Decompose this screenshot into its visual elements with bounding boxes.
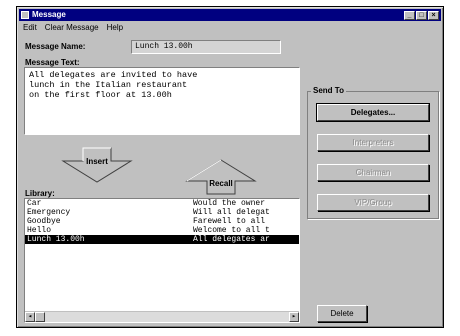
scroll-thumb[interactable] [35,312,45,322]
recall-label: Recall [209,179,233,188]
library-row-name: Goodbye [27,217,61,226]
menu-edit[interactable]: Edit [23,22,37,33]
library-row[interactable]: Emergency Will all delegat [25,208,299,217]
library-row[interactable]: Car Would the owner [25,199,299,208]
up-arrow-icon [185,159,257,195]
library-row[interactable]: Goodbye Farewell to all [25,217,299,226]
insert-label: Insert [86,157,108,166]
window-title: Message [32,10,66,19]
send-to-title: Send To [311,86,346,95]
recall-button[interactable]: Recall [185,159,257,195]
menu-bar: Edit Clear Message Help [19,22,441,33]
interpreters-button[interactable]: Interpreters [317,134,429,151]
insert-button[interactable]: Insert [61,147,133,183]
scroll-right-arrow[interactable]: ▸ [289,312,299,322]
maximize-button[interactable]: □ [416,10,427,20]
close-button[interactable]: × [428,10,439,20]
library-row-text: Farewell to all [193,217,266,226]
menu-help[interactable]: Help [107,22,123,33]
message-name-label: Message Name: [25,42,86,51]
library-row-name: Hello [27,226,52,235]
scroll-left-arrow[interactable]: ◂ [25,312,35,322]
library-label: Library: [25,189,55,198]
library-row[interactable]: Hello Welcome to all t [25,226,299,235]
message-text-area[interactable]: All delegates are invited to have lunch … [24,67,300,135]
app-icon[interactable] [21,11,29,19]
message-window: Message _ □ × Edit Clear Message Help Me… [16,6,444,328]
library-row-name: Car [27,199,42,208]
message-name-field[interactable]: Lunch 13.00h [131,40,281,54]
menu-clear-message[interactable]: Clear Message [45,22,99,33]
library-row-name: Emergency [27,208,71,217]
library-row-name: Lunch 13.00h [27,235,85,244]
title-bar[interactable]: Message _ □ × [19,9,441,21]
message-text-label: Message Text: [25,58,80,67]
minimize-button[interactable]: _ [404,10,415,20]
library-row-text: Would the owner [193,199,266,208]
chairman-button[interactable]: Chairman [317,164,429,181]
library-row-text: Welcome to all t [193,226,270,235]
library-row-selected[interactable]: Lunch 13.00h All delegates ar [25,235,299,244]
library-row-text: Will all delegat [193,208,270,217]
delegates-button[interactable]: Delegates... [316,103,430,122]
horizontal-scrollbar[interactable]: ◂ ▸ [25,311,299,322]
library-row-text: All delegates ar [193,235,270,244]
vip-group-button[interactable]: VIP/Group [317,194,429,211]
delete-button[interactable]: Delete [317,305,367,322]
library-list[interactable]: Car Would the owner Emergency Will all d… [24,198,300,323]
